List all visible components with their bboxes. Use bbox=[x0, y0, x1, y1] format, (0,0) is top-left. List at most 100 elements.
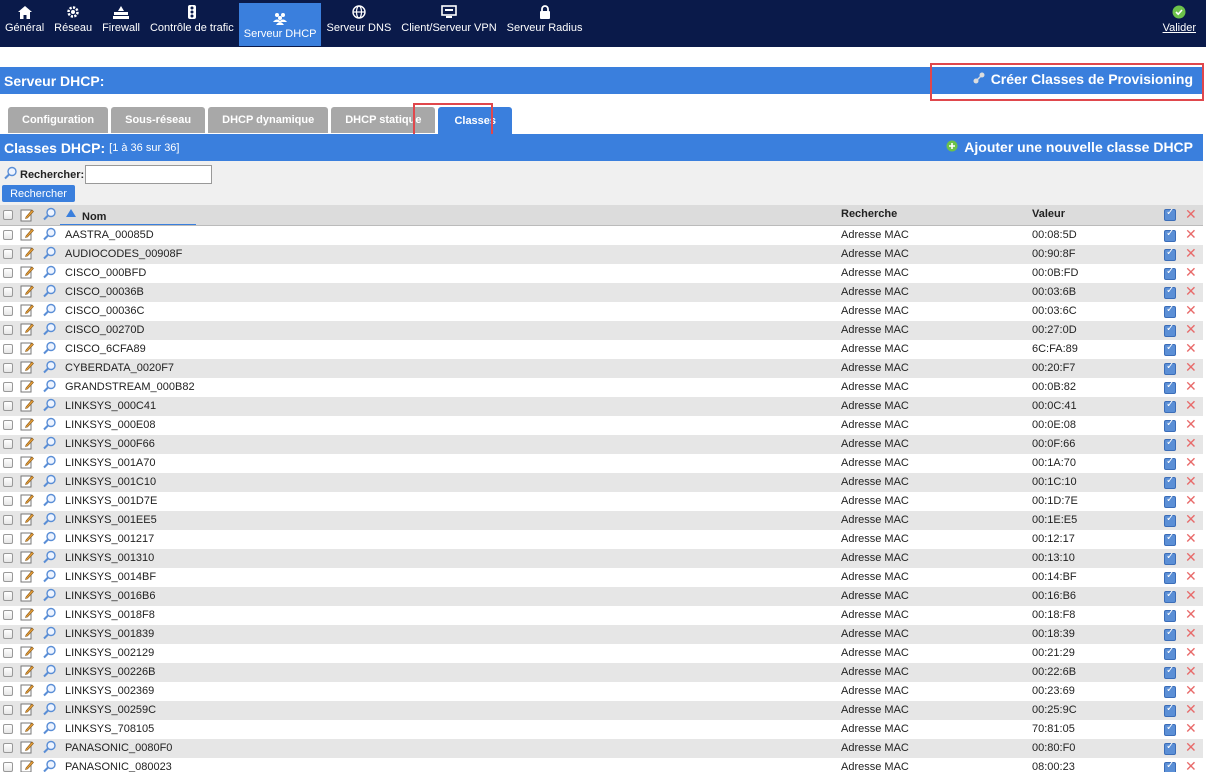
delete-icon[interactable]: ✕ bbox=[1185, 228, 1197, 242]
search-icon[interactable] bbox=[43, 303, 57, 320]
row-checkbox[interactable] bbox=[3, 724, 13, 734]
validate-icon[interactable] bbox=[1164, 513, 1176, 527]
delete-icon[interactable]: ✕ bbox=[1185, 532, 1197, 546]
row-checkbox[interactable] bbox=[3, 762, 13, 772]
valider-button[interactable]: Valider bbox=[1158, 0, 1206, 43]
edit-icon[interactable] bbox=[20, 284, 34, 301]
validate-icon[interactable] bbox=[1164, 589, 1176, 603]
validate-icon[interactable] bbox=[1164, 475, 1176, 489]
edit-icon[interactable] bbox=[20, 417, 34, 434]
search-icon[interactable] bbox=[43, 474, 57, 491]
search-icon[interactable] bbox=[43, 493, 57, 510]
edit-icon[interactable] bbox=[20, 759, 34, 772]
delete-icon[interactable]: ✕ bbox=[1185, 665, 1197, 679]
search-icon[interactable] bbox=[43, 398, 57, 415]
search-icon[interactable] bbox=[43, 436, 57, 453]
edit-icon[interactable] bbox=[20, 303, 34, 320]
validate-icon[interactable] bbox=[1164, 418, 1176, 432]
validate-icon[interactable] bbox=[1164, 494, 1176, 508]
validate-icon[interactable] bbox=[1164, 342, 1176, 356]
row-checkbox[interactable] bbox=[3, 439, 13, 449]
nav-radius[interactable]: Serveur Radius bbox=[502, 0, 588, 43]
validate-icon[interactable] bbox=[1164, 247, 1176, 261]
delete-icon[interactable]: ✕ bbox=[1185, 608, 1197, 622]
search-icon[interactable] bbox=[43, 683, 57, 700]
validate-icon[interactable] bbox=[1164, 266, 1176, 280]
delete-icon[interactable]: ✕ bbox=[1185, 456, 1197, 470]
delete-icon[interactable]: ✕ bbox=[1185, 266, 1197, 280]
add-class-link[interactable]: Ajouter une nouvelle classe DHCP bbox=[946, 139, 1193, 155]
search-icon[interactable] bbox=[43, 227, 57, 244]
tab-dhcp-dynamique[interactable]: DHCP dynamique bbox=[208, 107, 329, 133]
delete-icon[interactable]: ✕ bbox=[1185, 304, 1197, 318]
row-checkbox[interactable] bbox=[3, 743, 13, 753]
tab-sous-reseau[interactable]: Sous-réseau bbox=[111, 107, 206, 133]
search-icon[interactable] bbox=[43, 265, 57, 282]
row-checkbox[interactable] bbox=[3, 287, 13, 297]
search-icon[interactable] bbox=[43, 569, 57, 586]
row-checkbox[interactable] bbox=[3, 249, 13, 259]
row-checkbox[interactable] bbox=[3, 629, 13, 639]
edit-icon[interactable] bbox=[20, 474, 34, 491]
delete-icon[interactable]: ✕ bbox=[1185, 437, 1197, 451]
edit-icon[interactable] bbox=[20, 265, 34, 282]
row-checkbox[interactable] bbox=[3, 572, 13, 582]
search-icon[interactable] bbox=[43, 702, 57, 719]
validate-icon[interactable] bbox=[1164, 684, 1176, 698]
tab-configuration[interactable]: Configuration bbox=[8, 107, 109, 133]
validate-icon[interactable] bbox=[1164, 760, 1176, 772]
validate-icon[interactable] bbox=[1164, 722, 1176, 736]
edit-icon[interactable] bbox=[20, 569, 34, 586]
row-checkbox[interactable] bbox=[3, 230, 13, 240]
row-checkbox[interactable] bbox=[3, 325, 13, 335]
delete-icon[interactable]: ✕ bbox=[1185, 627, 1197, 641]
search-icon[interactable] bbox=[43, 512, 57, 529]
validate-icon[interactable] bbox=[1164, 532, 1176, 546]
column-header-name[interactable]: Nom bbox=[82, 211, 106, 223]
delete-icon[interactable]: ✕ bbox=[1185, 380, 1197, 394]
nav-vpn[interactable]: Client/Serveur VPN bbox=[396, 0, 501, 43]
search-icon[interactable] bbox=[43, 626, 57, 643]
search-icon[interactable] bbox=[43, 246, 57, 263]
row-checkbox[interactable] bbox=[3, 667, 13, 677]
search-icon[interactable] bbox=[43, 322, 57, 339]
row-checkbox[interactable] bbox=[3, 477, 13, 487]
row-checkbox[interactable] bbox=[3, 363, 13, 373]
column-header-search[interactable]: Recherche bbox=[841, 208, 897, 220]
edit-icon[interactable] bbox=[20, 683, 34, 700]
delete-icon[interactable]: ✕ bbox=[1185, 703, 1197, 717]
edit-icon[interactable] bbox=[20, 322, 34, 339]
search-icon[interactable] bbox=[43, 550, 57, 567]
row-checkbox[interactable] bbox=[3, 515, 13, 525]
delete-icon[interactable]: ✕ bbox=[1185, 551, 1197, 565]
edit-icon[interactable] bbox=[20, 398, 34, 415]
delete-icon[interactable]: ✕ bbox=[1185, 513, 1197, 527]
validate-icon[interactable] bbox=[1164, 646, 1176, 660]
validate-icon[interactable] bbox=[1164, 399, 1176, 413]
edit-icon[interactable] bbox=[20, 740, 34, 757]
delete-all-icon[interactable]: ✕ bbox=[1185, 208, 1197, 222]
row-checkbox[interactable] bbox=[3, 591, 13, 601]
validate-icon[interactable] bbox=[1164, 551, 1176, 565]
edit-icon[interactable] bbox=[20, 512, 34, 529]
column-header-value[interactable]: Valeur bbox=[1032, 208, 1065, 220]
search-icon[interactable] bbox=[43, 531, 57, 548]
validate-icon[interactable] bbox=[1164, 665, 1176, 679]
search-icon[interactable] bbox=[43, 455, 57, 472]
edit-icon[interactable] bbox=[20, 702, 34, 719]
delete-icon[interactable]: ✕ bbox=[1185, 684, 1197, 698]
nav-firewall[interactable]: Firewall bbox=[97, 0, 145, 43]
validate-icon[interactable] bbox=[1164, 627, 1176, 641]
delete-icon[interactable]: ✕ bbox=[1185, 399, 1197, 413]
delete-icon[interactable]: ✕ bbox=[1185, 323, 1197, 337]
validate-all-icon[interactable] bbox=[1164, 207, 1176, 221]
delete-icon[interactable]: ✕ bbox=[1185, 741, 1197, 755]
row-checkbox[interactable] bbox=[3, 344, 13, 354]
validate-icon[interactable] bbox=[1164, 361, 1176, 375]
validate-icon[interactable] bbox=[1164, 608, 1176, 622]
edit-icon[interactable] bbox=[20, 607, 34, 624]
delete-icon[interactable]: ✕ bbox=[1185, 342, 1197, 356]
edit-icon[interactable] bbox=[20, 645, 34, 662]
nav-reseau[interactable]: Réseau bbox=[49, 0, 97, 43]
delete-icon[interactable]: ✕ bbox=[1185, 494, 1197, 508]
